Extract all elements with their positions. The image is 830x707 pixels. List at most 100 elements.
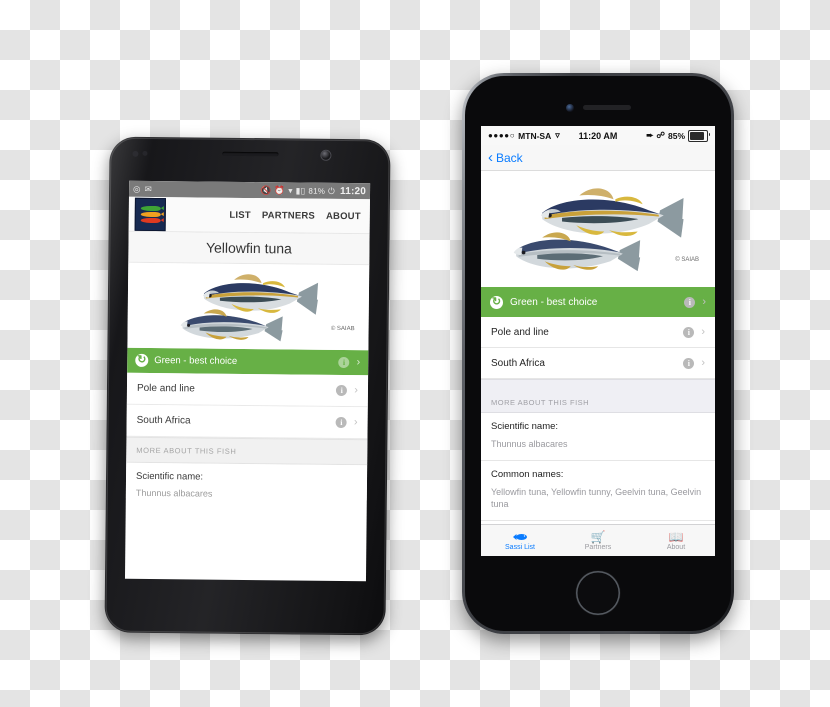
info-icon[interactable]: i [338,356,350,369]
nav-item-list[interactable]: LIST [229,209,251,220]
android-hero-image: © SAIAB [127,262,370,351]
info-icon[interactable]: i [683,326,695,338]
row-label: South Africa [136,414,191,427]
back-button-label: Back [496,150,523,165]
android-page-title-bar: Yellowfin tuna [128,231,370,266]
android-top-bezel [109,137,390,184]
detail-key: Scientific name: [491,421,559,432]
battery-icon [688,129,710,142]
info-icon[interactable]: i [335,416,348,429]
tuna-svg [513,188,684,272]
row-label: Pole and line [491,326,549,338]
battery-icon: ⏻ [328,185,336,196]
logo-fish-green-icon [140,205,161,211]
android-phone: ◎ ✉ 🔇 ⏰ ▾ ▮▯ 81% ⏻ 11:20 LIST PARTNERS A… [104,136,391,636]
yellowfin-tuna-illustration [481,171,715,287]
section-header-more-about: MORE ABOUT THIS FISH [481,379,715,413]
ios-status-bar: ●●●●○ MTN-SA ▿ 11:20 AM ➨ ☍ 85% [481,126,715,145]
wifi-icon: ▾ [288,185,293,196]
detail-key: Common names: [491,468,564,480]
tab-label: Sassi List [505,544,535,551]
chevron-right-icon: › [702,295,706,308]
chevron-left-icon: ‹ [488,149,493,166]
carrier-label: MTN-SA [518,130,552,141]
row-label: Pole and line [136,382,195,395]
light-sensor-icon [142,150,148,156]
row-label: South Africa [491,357,545,369]
yellowfin-tuna-illustration [127,263,369,351]
info-icon[interactable]: i [684,296,696,308]
row-label: Green - best choice [510,296,598,308]
android-app-bar: LIST PARTNERS ABOUT [128,196,370,235]
chevron-right-icon: › [354,384,359,397]
recycle-icon [135,353,149,367]
row-south-africa[interactable]: South Africa i › [126,404,368,440]
detail-common-names: Common names: Yellowfin tuna, Yellowfin … [481,460,715,521]
ios-tab-bar: Sassi List 🛒 Partners 📖 About [481,524,715,556]
location-icon: ◎ [133,183,141,194]
tab-partners[interactable]: 🛒 Partners [559,525,637,556]
detail-value: Yellowfin tuna, Yellowfin tunny, Geelvin… [491,486,702,510]
android-bottom-bezel [104,579,386,636]
signal-dots-icon: ●●●●○ [488,131,516,140]
row-pole-and-line[interactable]: Pole and line i › [126,372,369,408]
android-nav-menu: LIST PARTNERS ABOUT [229,209,363,221]
back-button[interactable]: ‹ Back [488,150,523,165]
chevron-right-icon: › [701,356,705,369]
nav-item-about[interactable]: ABOUT [326,210,361,221]
image-credit: © SAIAB [675,257,699,263]
sassi-logo[interactable] [134,197,166,231]
earpiece-speaker [221,151,278,157]
battery-fill [690,131,704,140]
row-green-best-choice[interactable]: Green - best choice i › [481,287,715,317]
row-label: Green - best choice [154,355,238,367]
front-camera-icon [321,150,331,160]
nav-item-partners[interactable]: PARTNERS [262,210,315,222]
recycle-icon [490,295,503,309]
tab-sassi-list[interactable]: Sassi List [481,525,559,556]
book-icon: 📖 [668,529,684,544]
chevron-right-icon: › [701,325,705,338]
proximity-sensor-icon [132,150,139,157]
section-header-more-about: MORE ABOUT THIS FISH [126,436,368,466]
row-south-africa[interactable]: South Africa i › [481,348,715,379]
tab-label: About [666,544,686,551]
cart-icon: 🛒 [590,529,606,544]
chevron-right-icon: › [353,416,358,429]
signal-icon: ▮▯ [295,185,306,196]
status-bar-clock: 11:20 [339,185,367,197]
gmail-icon: ✉ [144,183,153,194]
section-header-label: MORE ABOUT THIS FISH [491,398,590,407]
detail-value: Thunnus albacares [135,487,213,499]
tab-label: Partners [584,544,612,551]
page-title: Yellowfin tuna [205,239,292,257]
logo-fish-red-icon [140,217,161,223]
iphone-hero-image: © SAIAB [481,171,715,287]
info-icon[interactable]: i [336,384,348,397]
iphone: ●●●●○ MTN-SA ▿ 11:20 AM ➨ ☍ 85% ‹ Back ©… [462,73,734,634]
row-pole-and-line[interactable]: Pole and line i › [481,317,715,348]
wifi-icon: ▿ [555,130,560,140]
ios-nav-bar: ‹ Back [481,145,715,171]
image-credit: © SAIAB [330,325,355,333]
detail-key: Scientific name: [135,470,204,483]
android-screen: ◎ ✉ 🔇 ⏰ ▾ ▮▯ 81% ⏻ 11:20 LIST PARTNERS A… [124,180,371,582]
location-arrow-icon: ➨ [646,130,654,140]
home-button[interactable] [576,571,620,615]
front-camera-icon [566,104,574,112]
info-icon[interactable]: i [683,357,695,369]
bluetooth-icon: ☍ [656,130,665,140]
logo-fish-orange-icon [140,211,161,217]
status-bar-clock: 11:20 AM [578,130,618,141]
battery-percent: 81% [308,186,326,196]
battery-percent: 85% [667,130,685,141]
row-green-best-choice[interactable]: Green - best choice i › [127,347,369,376]
iphone-screen: ●●●●○ MTN-SA ▿ 11:20 AM ➨ ☍ 85% ‹ Back ©… [481,126,715,556]
detail-scientific-name: Scientific name: Thunnus albacares [125,462,368,501]
tuna-svg [180,273,318,341]
detail-scientific-name: Scientific name: Thunnus albacares [481,413,715,461]
earpiece-speaker [583,105,631,110]
alarm-icon: ⏰ [274,185,286,196]
chevron-right-icon: › [356,356,361,369]
tab-about[interactable]: 📖 About [637,525,715,556]
